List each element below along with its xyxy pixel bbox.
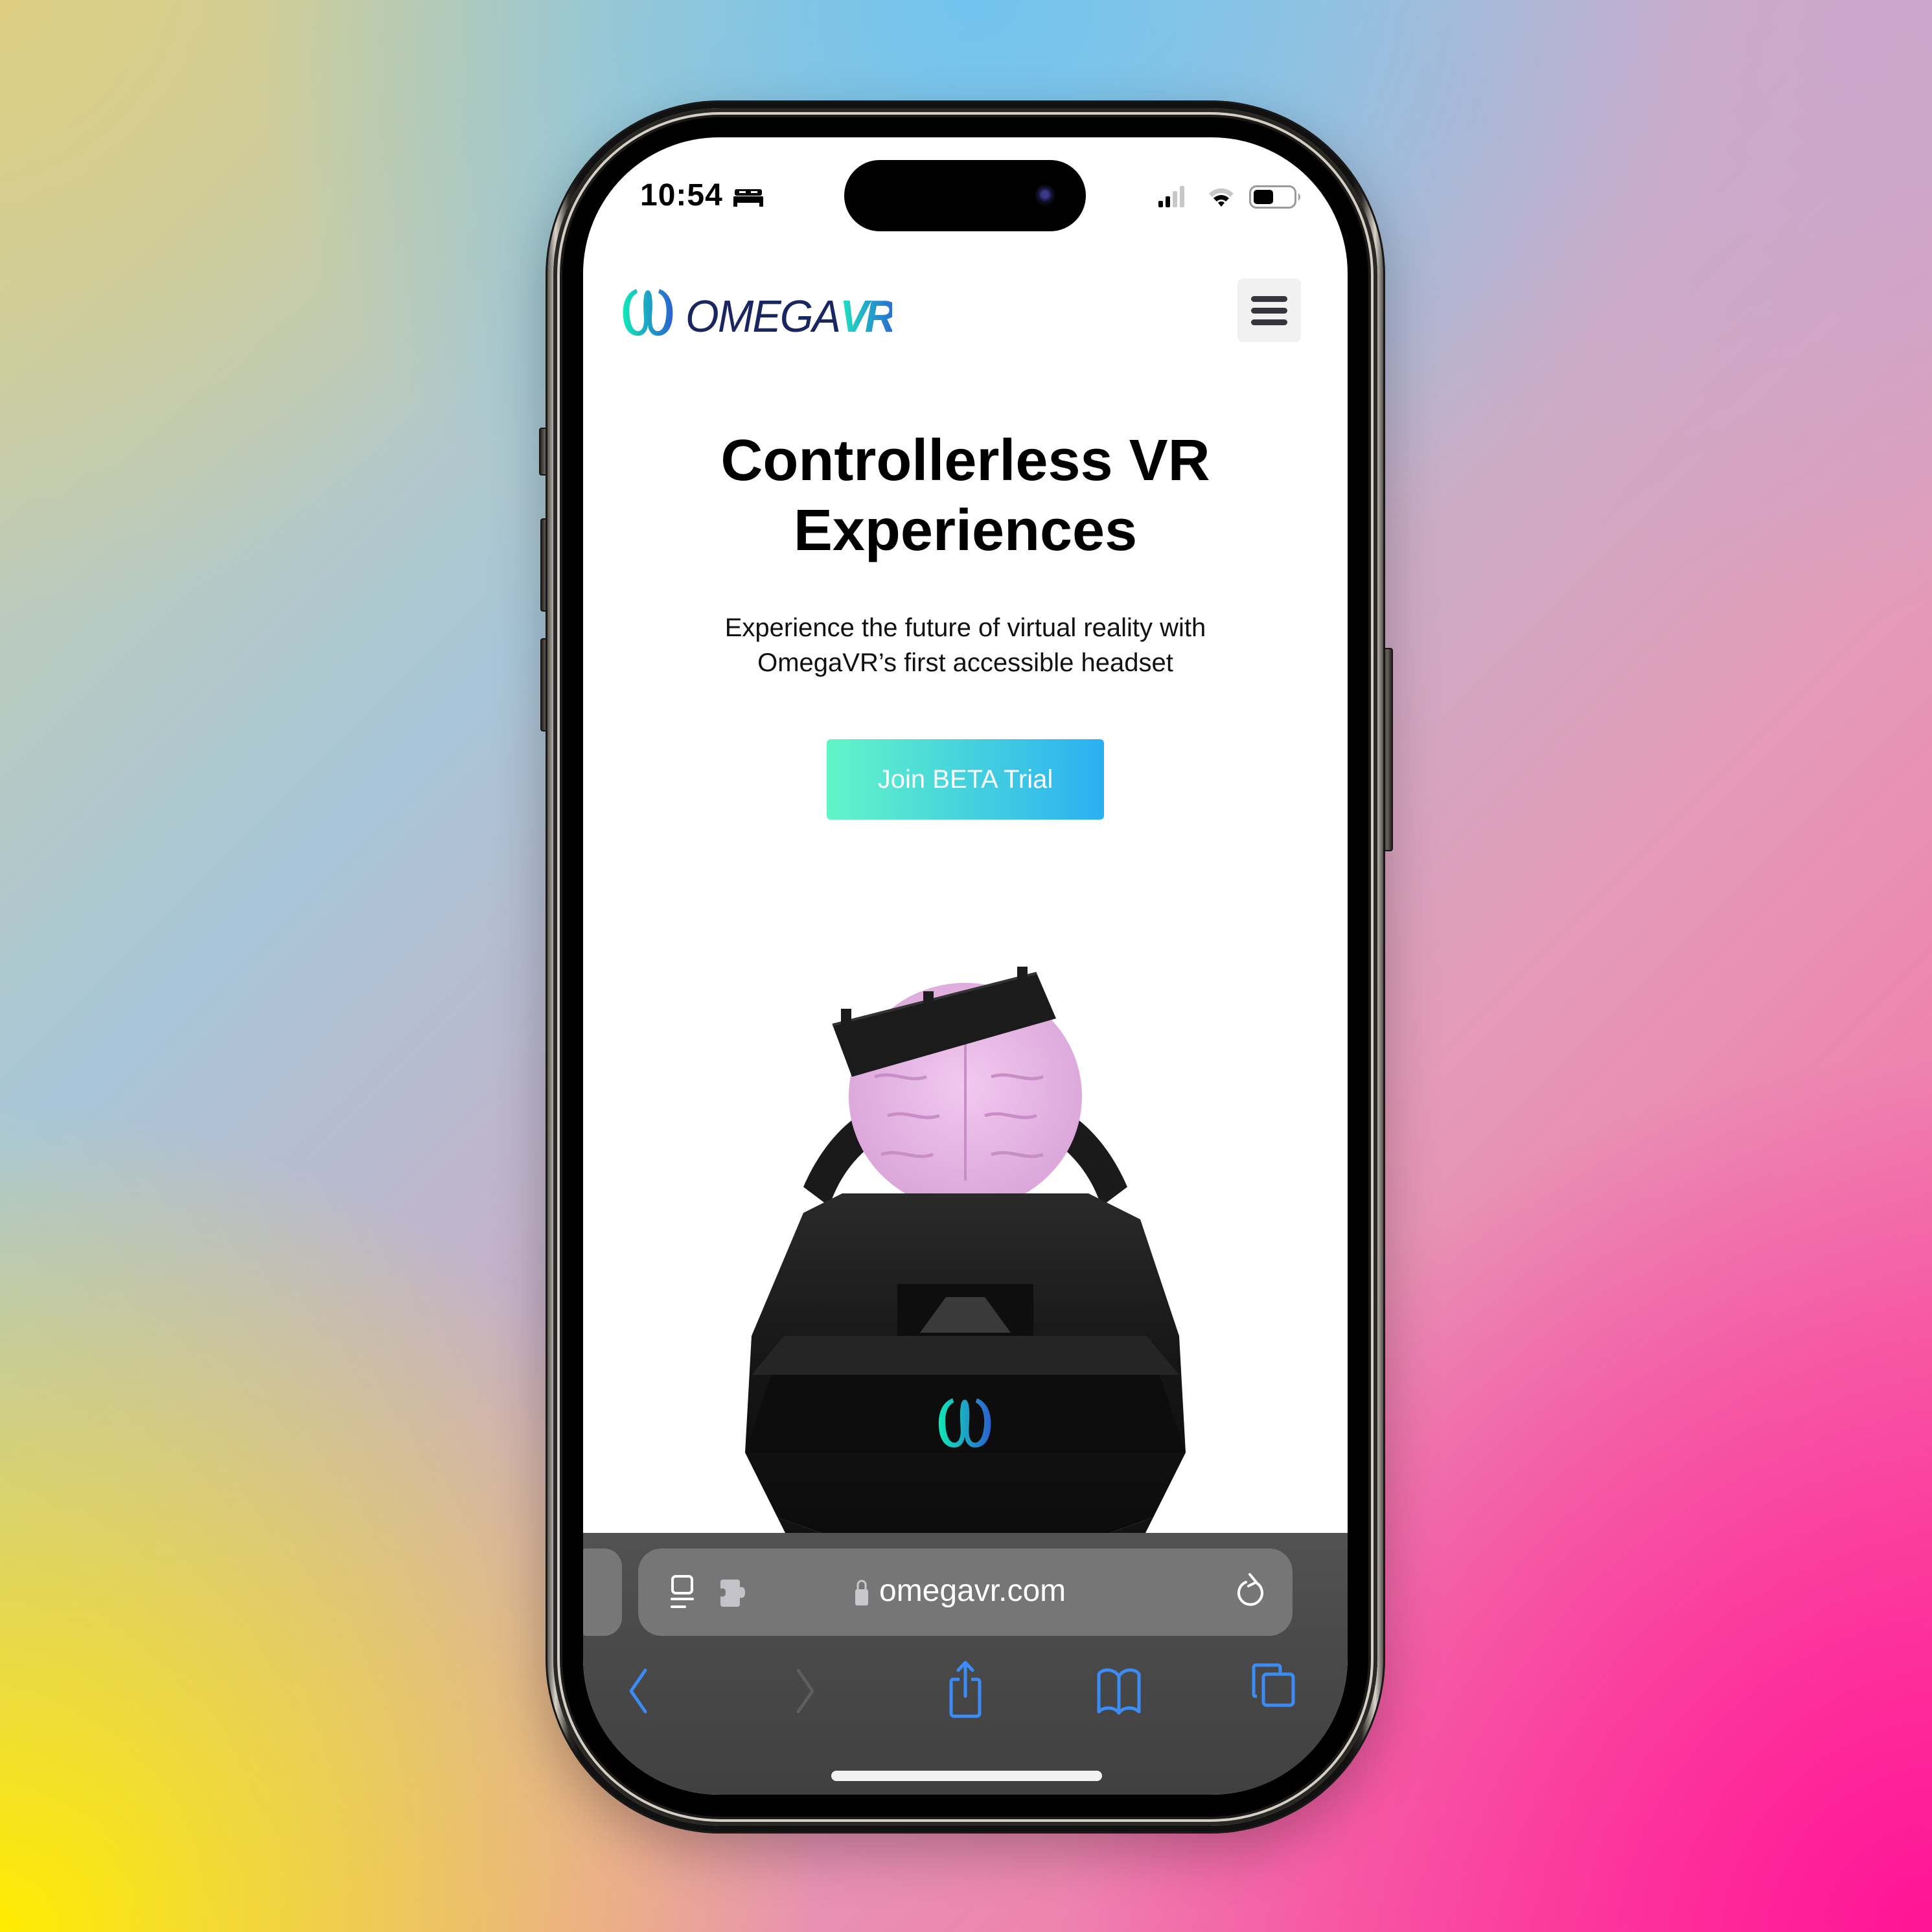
- address-bar[interactable]: omegavr.com: [638, 1548, 1293, 1636]
- tabs-icon[interactable]: [1252, 1662, 1296, 1708]
- home-indicator[interactable]: [831, 1771, 1102, 1781]
- page-format-icon[interactable]: [671, 1574, 694, 1611]
- hamburger-menu-icon-bar: [1251, 307, 1287, 314]
- hamburger-menu-button[interactable]: [1237, 279, 1301, 342]
- phone-screen: 10:54 OMEGAVR Controllerless VR Experien…: [583, 137, 1348, 1795]
- reload-icon[interactable]: [1234, 1572, 1267, 1611]
- omega-logo-icon: [623, 289, 673, 336]
- hero-subtitle-line-1: Experience the future of virtual reality…: [724, 614, 1206, 642]
- battery-icon: [1249, 185, 1300, 209]
- extension-puzzle-icon[interactable]: [719, 1580, 749, 1607]
- headset-product-image: [745, 967, 1186, 1582]
- bed-icon: [733, 189, 763, 207]
- browser-toolbar: omegavr.com: [583, 1533, 1348, 1795]
- dynamic-island: [844, 160, 1086, 231]
- hero-subtitle: Experience the future of virtual reality…: [583, 610, 1348, 680]
- status-indicators: [1158, 185, 1300, 209]
- hero-subtitle-line-2: OmegaVR’s first accessible headset: [757, 649, 1173, 677]
- wifi-icon: [1209, 188, 1234, 207]
- logo-text-omega: OMEGA: [685, 291, 841, 341]
- logo-wordmark: OMEGAVR: [685, 290, 896, 342]
- hamburger-menu-icon-bar: [1251, 319, 1287, 325]
- hero-title: Controllerless VR Experiences: [583, 426, 1348, 566]
- book-icon[interactable]: [1096, 1666, 1142, 1716]
- hero-title-line-1: Controllerless VR: [720, 428, 1210, 493]
- hero-title-line-2: Experiences: [793, 498, 1138, 563]
- url-text[interactable]: omegavr.com: [879, 1573, 1066, 1609]
- front-camera: [1035, 185, 1055, 207]
- previous-tab-peek[interactable]: [583, 1548, 622, 1636]
- lock-icon: [855, 1580, 868, 1605]
- share-icon[interactable]: [949, 1660, 982, 1718]
- chevron-left-icon[interactable]: [626, 1666, 652, 1716]
- site-logo[interactable]: OMEGAVR: [621, 285, 899, 341]
- chevron-right-icon: [796, 1668, 814, 1714]
- cellular-signal-icon: [1158, 186, 1184, 207]
- hamburger-menu-icon-bar: [1251, 295, 1287, 302]
- join-beta-trial-button[interactable]: Join BETA Trial: [827, 739, 1104, 820]
- logo-text-vr: VR: [840, 291, 896, 341]
- status-time: 10:54: [640, 178, 723, 213]
